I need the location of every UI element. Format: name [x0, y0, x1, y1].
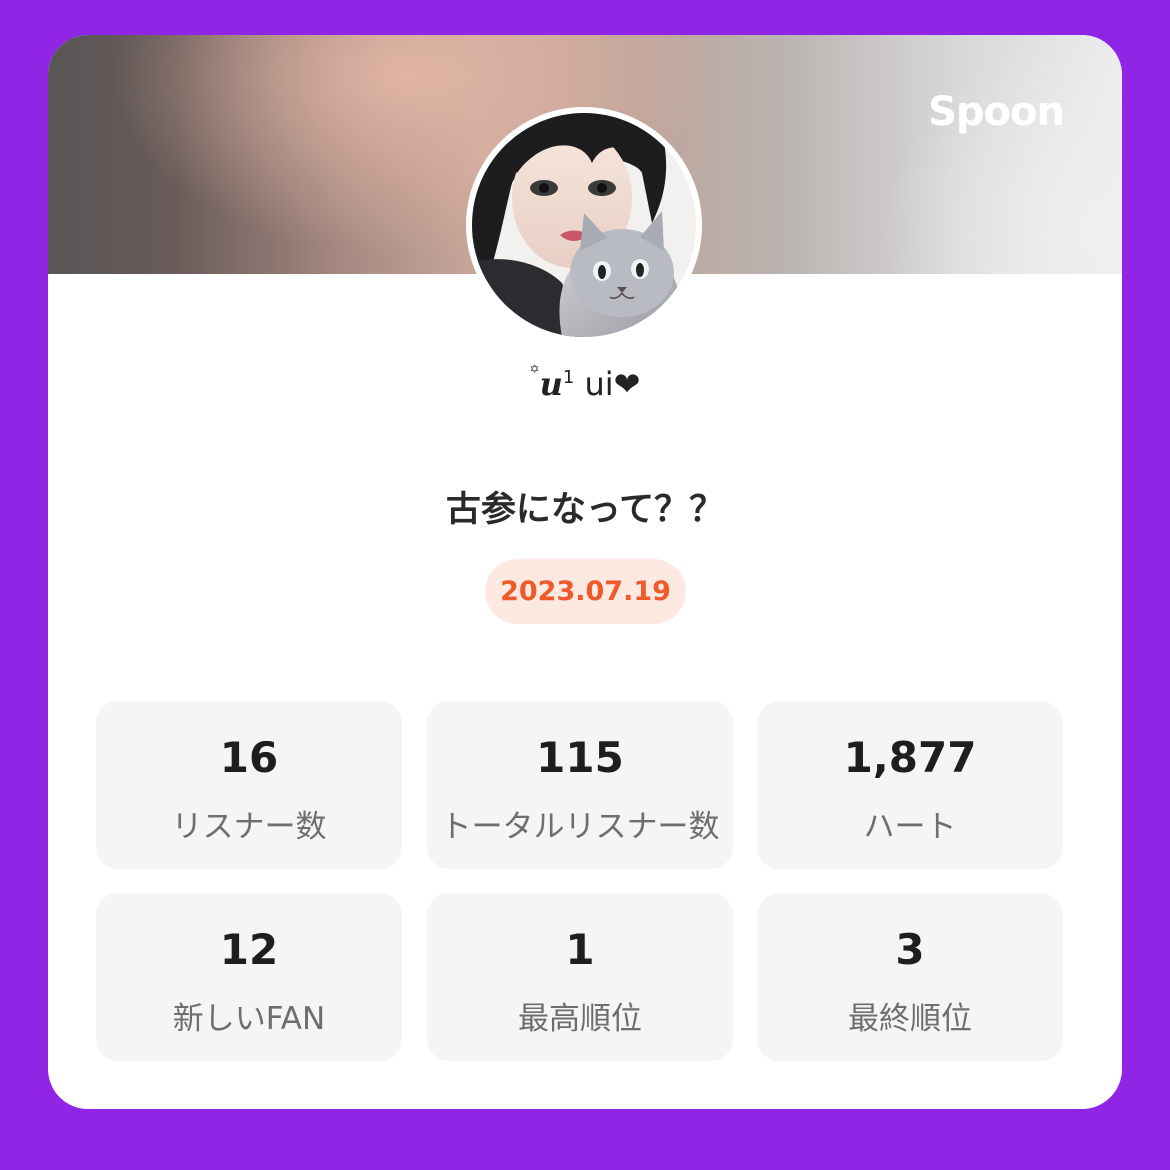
stat-listeners: 16 リスナー数 — [96, 701, 402, 869]
stat-value: 3 — [895, 925, 925, 974]
stat-label: 最終順位 — [848, 1001, 972, 1037]
date-badge: 2023.07.19 — [485, 559, 686, 624]
avatar-image — [472, 113, 696, 337]
live-title: 古参になって？？ — [445, 490, 725, 530]
stat-label: ハート — [863, 809, 957, 845]
star-of-david-icon: ✡ — [529, 362, 540, 376]
stat-value: 12 — [219, 925, 279, 974]
stat-total-listeners: 115 トータルリスナー数 — [427, 701, 733, 869]
stat-label: リスナー数 — [171, 809, 327, 845]
stat-value: 115 — [536, 733, 624, 782]
stat-final-rank: 3 最終順位 — [757, 893, 1063, 1061]
stat-label: 最高順位 — [518, 1001, 642, 1037]
live-summary-card: Spoon ✡𝒖1 ui❤ 古参になって？？ 2023.07.19 16 リスナ… — [48, 35, 1122, 1109]
username: ✡𝒖1 ui❤ — [48, 362, 1122, 403]
stat-new-fans: 12 新しいFAN — [96, 893, 402, 1061]
stat-label: トータルリスナー数 — [440, 809, 720, 845]
stat-label: 新しいFAN — [172, 1001, 326, 1037]
stat-best-rank: 1 最高順位 — [427, 893, 733, 1061]
avatar[interactable] — [466, 107, 702, 343]
stat-value: 16 — [219, 733, 279, 782]
stat-value: 1 — [565, 925, 595, 974]
username-text: ui — [574, 365, 614, 403]
spoon-logo: Spoon — [928, 89, 1065, 135]
stat-hearts: 1,877 ハート — [757, 701, 1063, 869]
stat-value: 1,877 — [843, 733, 977, 782]
username-styled-char: 𝒖 — [539, 365, 563, 403]
username-superscript: 1 — [562, 367, 575, 388]
heart-icon: ❤ — [613, 365, 641, 403]
